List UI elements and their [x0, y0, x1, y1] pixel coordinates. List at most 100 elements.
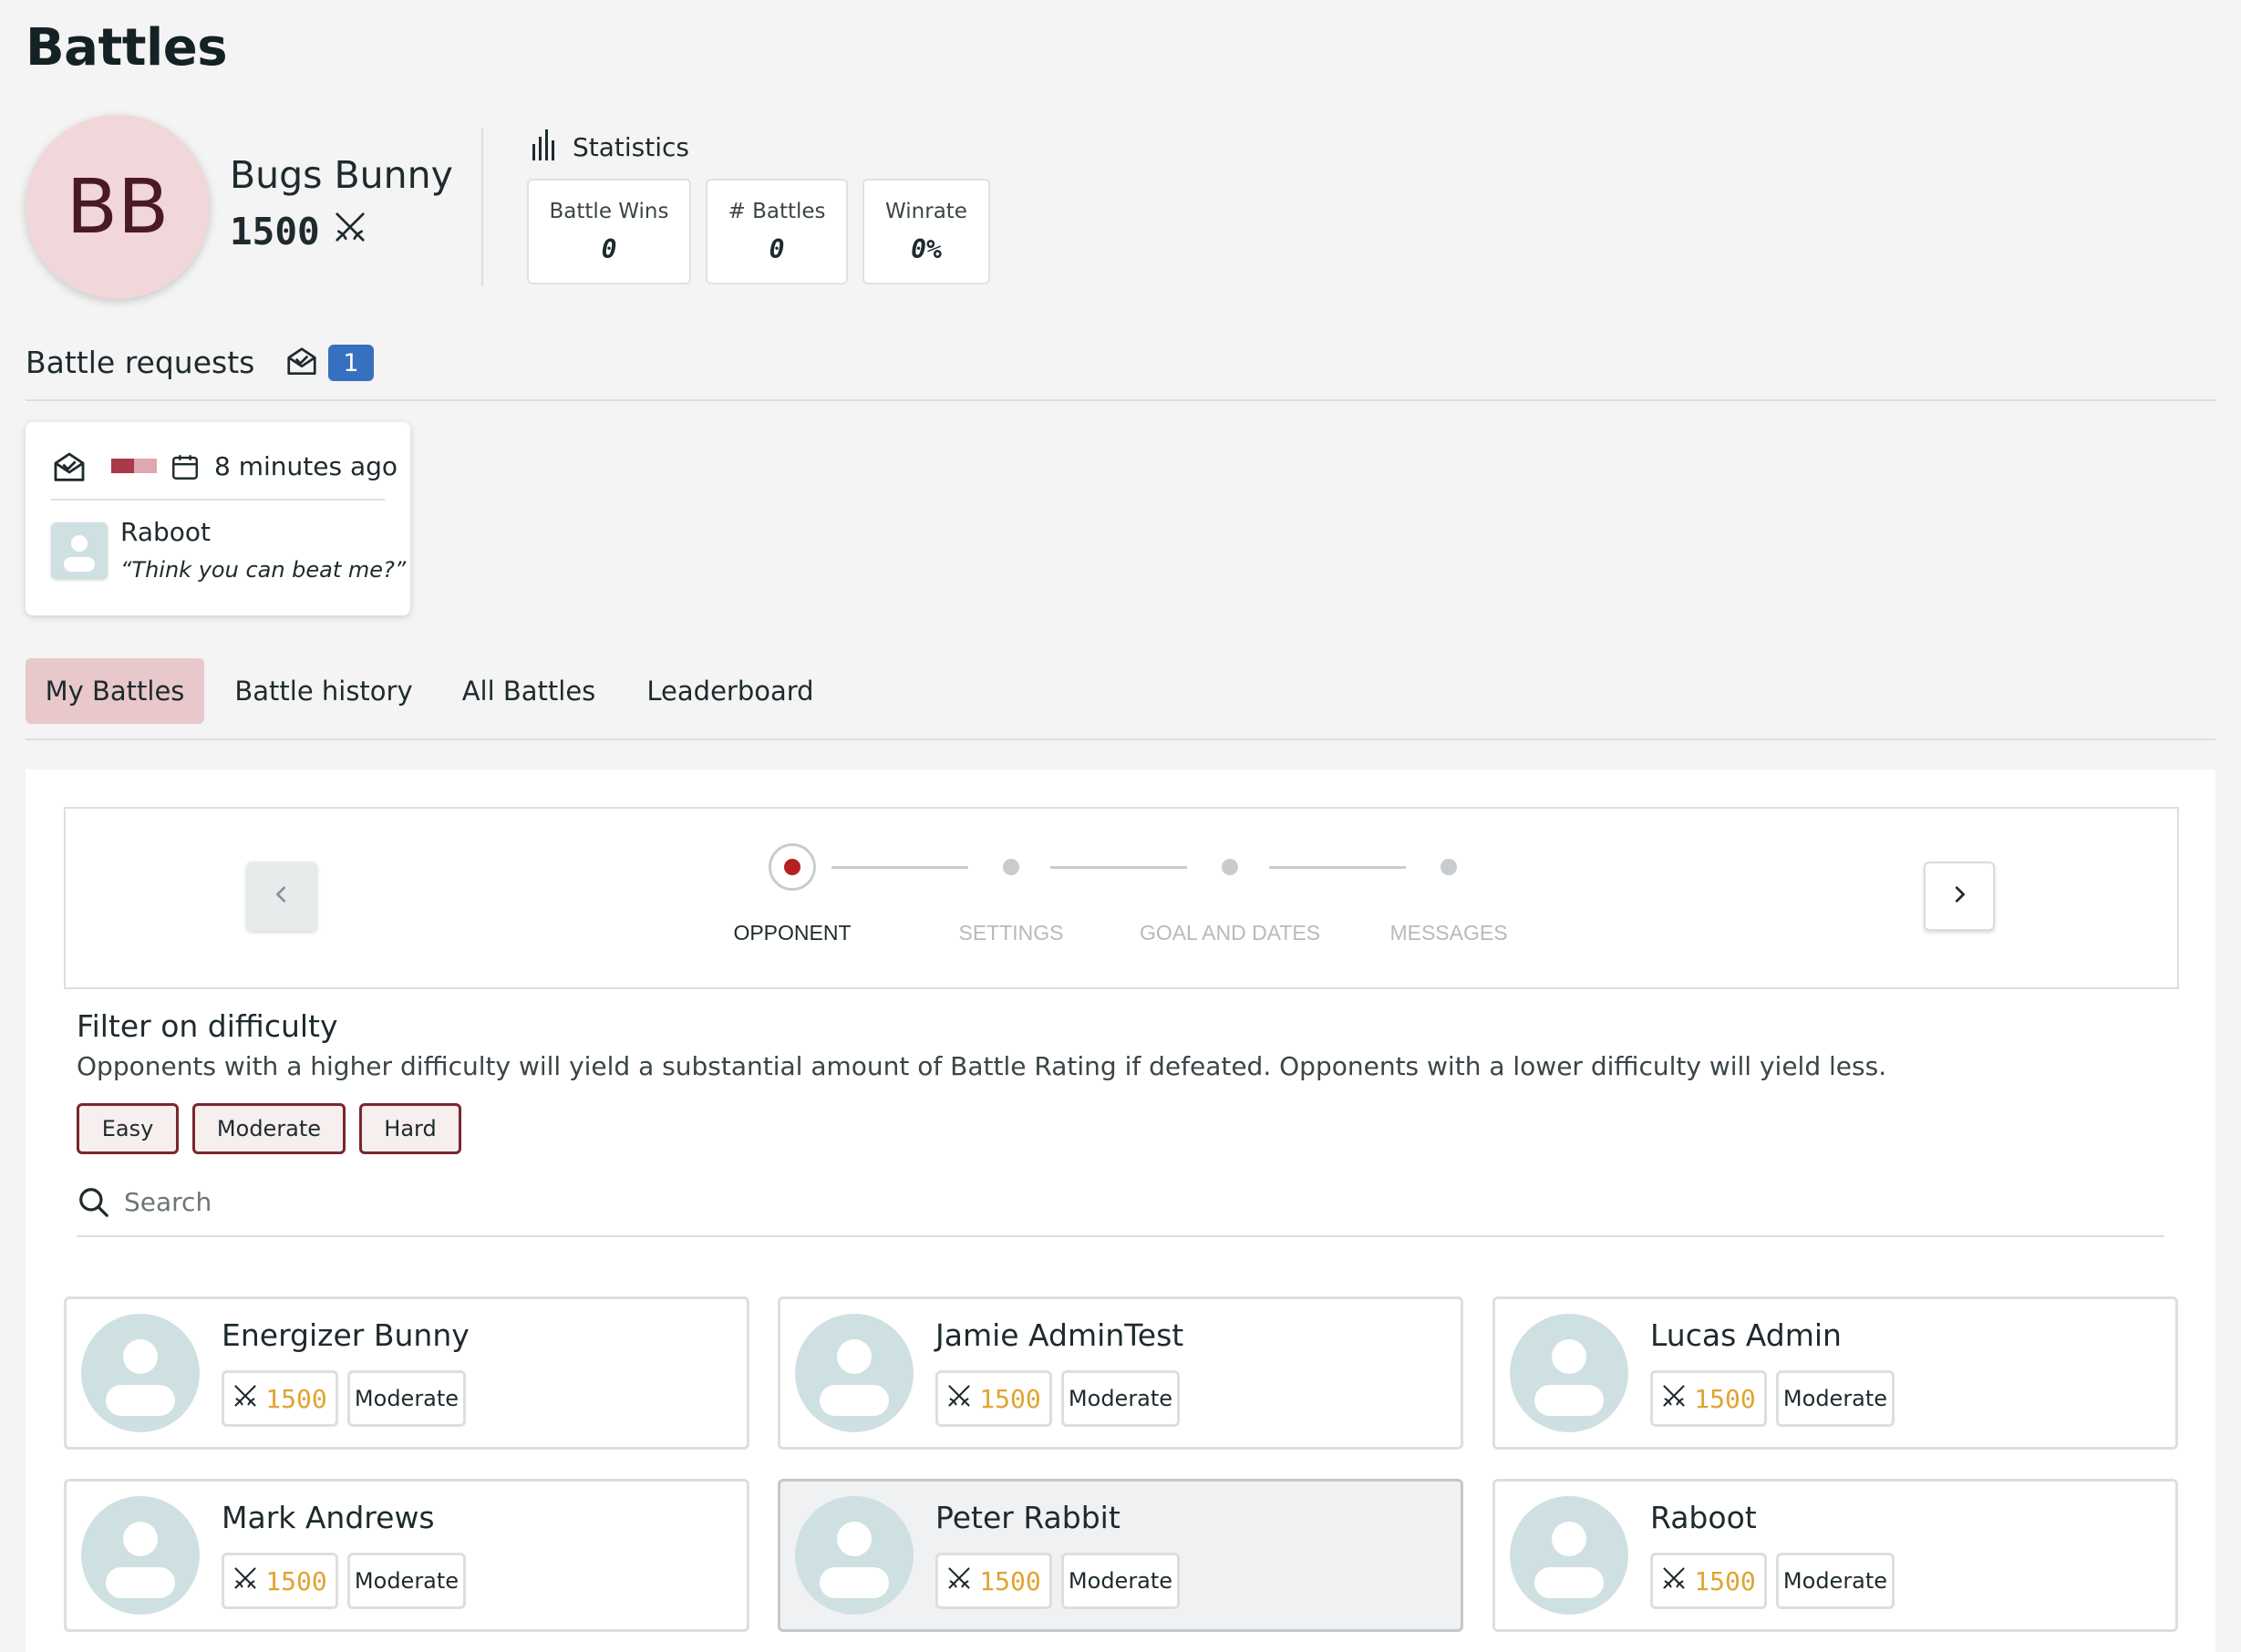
step-indicator-opponent[interactable] — [769, 843, 816, 891]
opponent-difficulty: Moderate — [1776, 1553, 1895, 1609]
user-placeholder-icon — [795, 1496, 914, 1615]
crossed-swords-icon — [1661, 1383, 1687, 1415]
profile-rating-value: 1500 — [230, 210, 320, 253]
opponent-rating-value: 1500 — [979, 1383, 1041, 1414]
step-indicator-settings[interactable] — [1003, 859, 1019, 875]
filter-chip-hard[interactable]: Hard — [359, 1103, 461, 1154]
opponent-card[interactable]: Jamie AdminTest 1500 Moderate — [778, 1296, 1463, 1450]
step-label-messages: MESSAGES — [1389, 921, 1508, 945]
opponent-name: Lucas Admin — [1650, 1317, 1842, 1353]
profile-divider — [481, 128, 483, 286]
stat-label: Battle Wins — [549, 199, 669, 223]
requests-count-badge: 1 — [328, 345, 374, 381]
opponent-rating: 1500 — [1650, 1370, 1767, 1427]
opponent-rating-value: 1500 — [1694, 1383, 1756, 1414]
stat-label: Winrate — [885, 199, 967, 223]
opponent-rating-value: 1500 — [265, 1383, 327, 1414]
opponent-rating: 1500 — [222, 1370, 338, 1427]
profile-initials: BB — [66, 163, 170, 251]
user-placeholder-icon — [81, 1314, 200, 1432]
opponent-difficulty: Moderate — [347, 1553, 466, 1609]
envelope-open-icon — [51, 449, 88, 490]
filter-title: Filter on difficulty — [77, 1008, 338, 1044]
step-connector — [1050, 866, 1187, 869]
tab-battle-history[interactable]: Battle history — [219, 658, 429, 724]
opponent-difficulty: Moderate — [1776, 1370, 1895, 1427]
opponent-rating: 1500 — [222, 1553, 338, 1609]
step-label-settings: SETTINGS — [958, 921, 1064, 945]
opponent-card[interactable]: Energizer Bunny 1500 Moderate — [64, 1296, 749, 1450]
stat-value: 0% — [911, 233, 942, 264]
profile-rating: 1500 — [230, 210, 367, 253]
chevron-left-icon — [272, 884, 292, 908]
opponent-rating-value: 1500 — [979, 1565, 1041, 1596]
crossed-swords-icon — [946, 1383, 972, 1415]
profile-avatar: BB — [26, 115, 210, 299]
difficulty-indicator — [111, 459, 157, 473]
section-divider — [26, 399, 2215, 401]
step-connector — [1269, 866, 1406, 869]
opponent-rating-value: 1500 — [1694, 1565, 1756, 1596]
opponent-difficulty: Moderate — [347, 1370, 466, 1427]
opponent-name: Jamie AdminTest — [935, 1317, 1184, 1353]
opponent-name: Energizer Bunny — [222, 1317, 470, 1353]
crossed-swords-icon — [333, 210, 367, 253]
opponent-card[interactable]: Mark Andrews 1500 Moderate — [64, 1479, 749, 1632]
battle-requests-title: Battle requests — [26, 345, 255, 380]
opponent-rating: 1500 — [935, 1370, 1052, 1427]
opponent-name: Mark Andrews — [222, 1500, 435, 1535]
stat-card-winrate: Winrate 0% — [862, 179, 990, 284]
search-icon — [77, 1185, 111, 1224]
opponent-difficulty: Moderate — [1061, 1553, 1180, 1609]
step-label-goal-and-dates: GOAL AND DATES — [1139, 921, 1321, 945]
search-input[interactable] — [124, 1183, 762, 1220]
tab-leaderboard[interactable]: Leaderboard — [633, 658, 828, 724]
opponent-rating-value: 1500 — [265, 1565, 327, 1596]
user-placeholder-icon — [1510, 1496, 1628, 1615]
search-underline — [77, 1235, 2164, 1237]
step-label-opponent: OPPONENT — [733, 921, 852, 945]
stat-value: 0 — [601, 233, 617, 264]
calendar-icon — [170, 451, 201, 486]
opponent-name: Peter Rabbit — [935, 1500, 1120, 1535]
user-placeholder-icon — [1510, 1314, 1628, 1432]
filter-description: Opponents with a higher difficulty will … — [77, 1051, 1887, 1081]
opponent-card[interactable]: Peter Rabbit 1500 Moderate — [778, 1479, 1463, 1632]
request-time: 8 minutes ago — [214, 451, 398, 481]
opponent-name: Raboot — [1650, 1500, 1757, 1535]
statistics-title: Statistics — [573, 132, 689, 162]
profile-name: Bugs Bunny — [230, 153, 453, 197]
opponent-rating: 1500 — [935, 1553, 1052, 1609]
opponent-card[interactable]: Lucas Admin 1500 Moderate — [1492, 1296, 2178, 1450]
step-indicator-goal-and-dates[interactable] — [1222, 859, 1238, 875]
user-placeholder-icon — [51, 522, 108, 579]
stat-label: # Battles — [728, 199, 826, 223]
tab-my-battles[interactable]: My Battles — [26, 658, 204, 724]
user-placeholder-icon — [795, 1314, 914, 1432]
page-title: Battles — [26, 18, 228, 77]
bar-chart-icon — [531, 128, 560, 167]
next-step-button[interactable] — [1924, 862, 1995, 931]
statistics-header: Statistics — [531, 128, 689, 167]
user-placeholder-icon — [81, 1496, 200, 1615]
stat-card-battles: # Battles 0 — [706, 179, 848, 284]
opponent-card[interactable]: Raboot 1500 Moderate — [1492, 1479, 2178, 1632]
crossed-swords-icon — [946, 1565, 972, 1597]
filter-chip-easy[interactable]: Easy — [77, 1103, 179, 1154]
step-indicator-messages[interactable] — [1441, 859, 1457, 875]
crossed-swords-icon — [232, 1565, 258, 1597]
stepper — [64, 807, 2179, 989]
step-connector — [831, 866, 968, 869]
prev-step-button[interactable] — [246, 862, 317, 931]
opponent-rating: 1500 — [1650, 1553, 1767, 1609]
tab-all-battles[interactable]: All Battles — [450, 658, 607, 724]
envelope-open-icon — [284, 345, 319, 383]
request-sender-name: Raboot — [120, 517, 212, 547]
crossed-swords-icon — [1661, 1565, 1687, 1597]
battle-request-card[interactable]: 8 minutes ago Raboot “Think you can beat… — [26, 422, 410, 615]
stat-value: 0 — [769, 233, 785, 264]
opponent-difficulty: Moderate — [1061, 1370, 1180, 1427]
request-divider — [51, 499, 385, 501]
stat-card-battle-wins: Battle Wins 0 — [527, 179, 691, 284]
filter-chip-moderate[interactable]: Moderate — [192, 1103, 346, 1154]
